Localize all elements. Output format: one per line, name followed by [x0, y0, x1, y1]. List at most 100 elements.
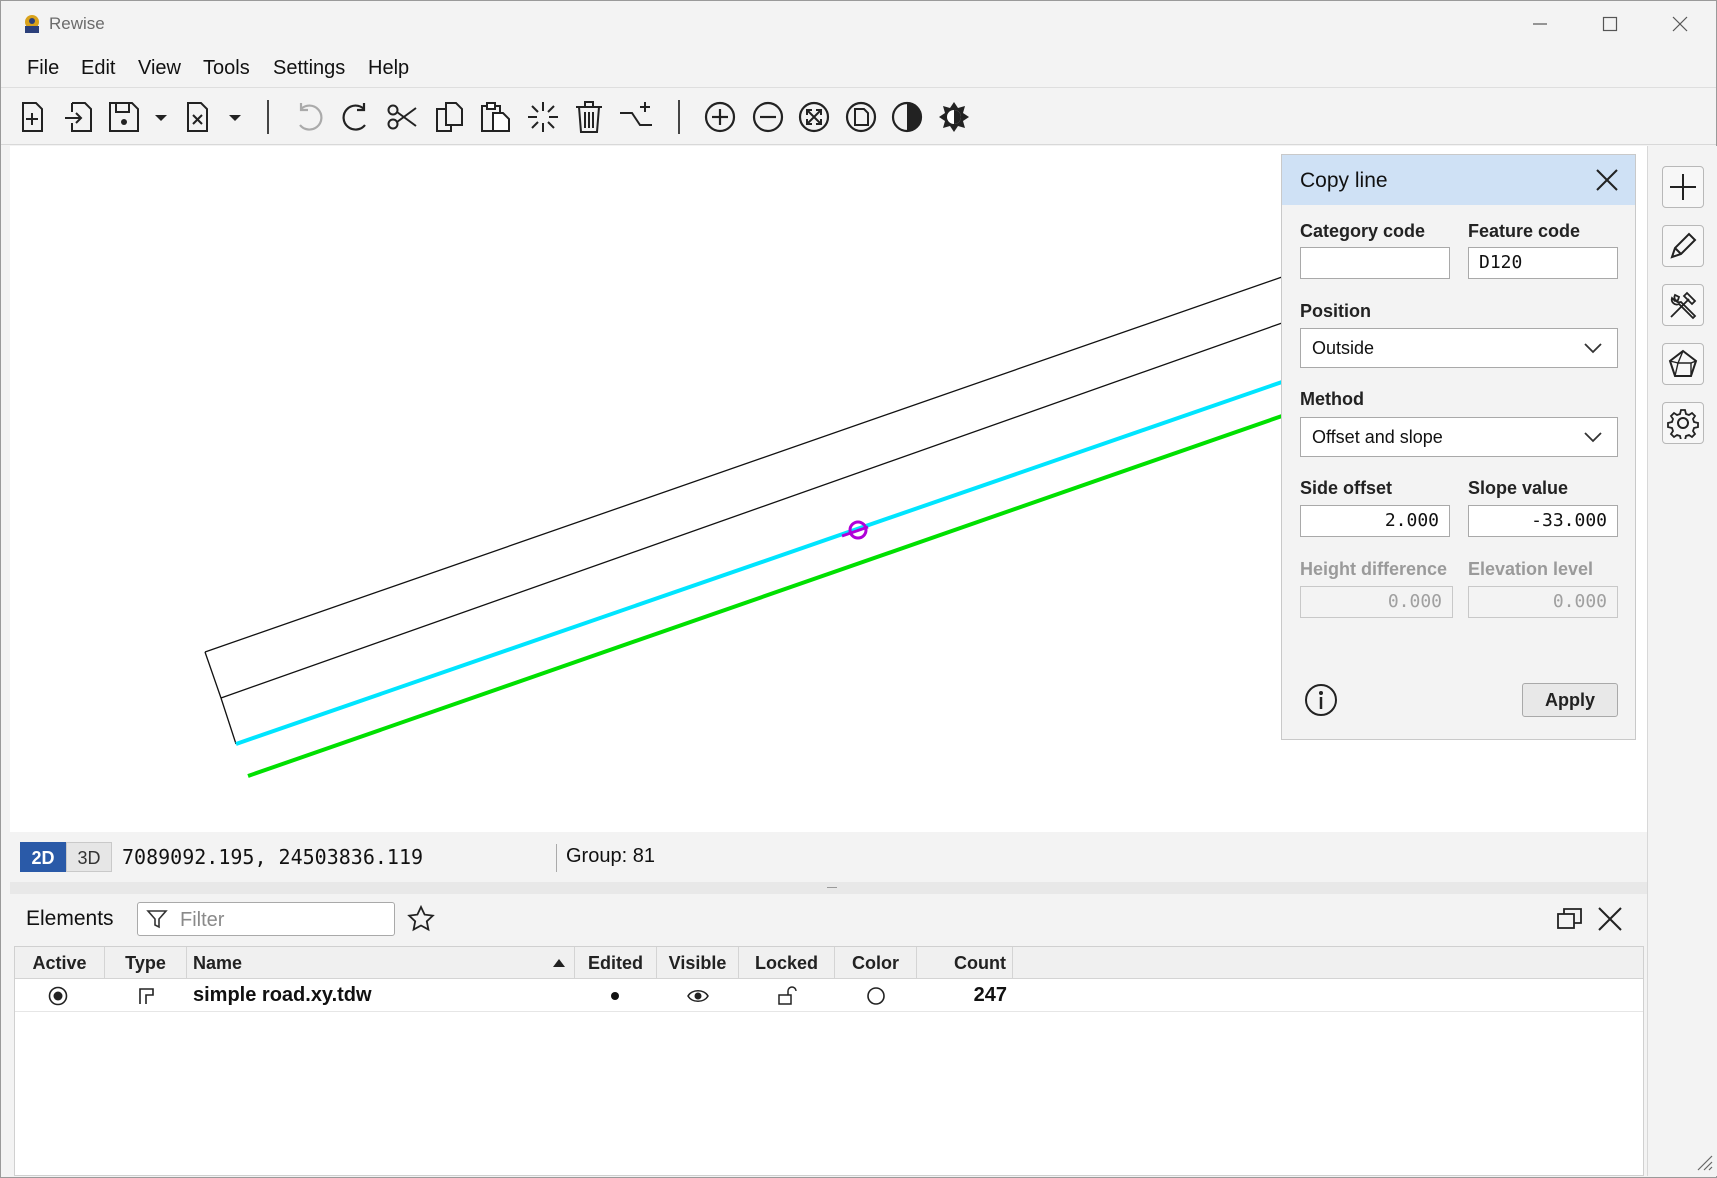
elevation-level-input: 0.000: [1468, 586, 1618, 618]
category-code-input[interactable]: [1300, 247, 1450, 279]
caret-down-icon: [229, 115, 241, 121]
close-dropdown-button[interactable]: [225, 100, 245, 134]
menu-tools[interactable]: Tools: [203, 57, 250, 80]
explode-button[interactable]: [526, 100, 560, 134]
close-window-button[interactable]: [1657, 9, 1703, 39]
copy-button[interactable]: [432, 100, 466, 134]
minimize-button[interactable]: [1517, 9, 1563, 39]
mode-3d-button[interactable]: 3D: [66, 842, 112, 872]
info-icon[interactable]: [1304, 683, 1338, 717]
column-header-color[interactable]: Color: [835, 947, 917, 979]
menu-view[interactable]: View: [138, 57, 181, 80]
line-type-icon: [139, 988, 154, 1004]
copy-line-tool-button[interactable]: [619, 100, 653, 134]
cut-button[interactable]: [385, 100, 419, 134]
zoom-page-icon: [845, 101, 877, 133]
save-dropdown-button[interactable]: [151, 100, 171, 134]
resize-grip-icon[interactable]: [1694, 1152, 1714, 1172]
sun-icon: [939, 102, 969, 132]
import-button[interactable]: [62, 100, 96, 134]
polygon-tool-button[interactable]: [1662, 343, 1704, 385]
menu-file[interactable]: File: [27, 57, 59, 80]
column-header-filler: [1013, 947, 1643, 979]
scissors-icon: [387, 104, 417, 130]
unlock-icon[interactable]: [776, 986, 798, 1006]
zoom-extents-button[interactable]: [797, 100, 831, 134]
column-header-visible[interactable]: Visible: [657, 947, 739, 979]
elements-panel-title: Elements: [26, 907, 114, 930]
zoom-out-button[interactable]: [751, 100, 785, 134]
column-header-edited[interactable]: Edited: [575, 947, 657, 979]
row-name: simple road.xy.tdw: [193, 984, 372, 1006]
toolbar: [1, 88, 1716, 145]
delete-button[interactable]: [572, 100, 606, 134]
paste-icon: [481, 102, 510, 132]
road-outline: [204, 276, 1283, 745]
group-readout: Group: 81: [566, 845, 655, 867]
edit-tool-button[interactable]: [1662, 225, 1704, 267]
menu-settings[interactable]: Settings: [273, 57, 345, 80]
maximize-button[interactable]: [1587, 9, 1633, 39]
close-panel-icon[interactable]: [1595, 904, 1625, 934]
redo-button[interactable]: [339, 100, 373, 134]
window-title: Rewise: [49, 14, 105, 33]
chevron-down-icon: [1584, 343, 1602, 354]
position-select[interactable]: Outside: [1300, 328, 1618, 368]
menu-help[interactable]: Help: [368, 57, 409, 80]
road-middle-edge: [220, 322, 1283, 699]
menu-bar: File Edit View Tools Settings Help: [1, 47, 1716, 88]
mode-2d-button[interactable]: 2D: [20, 842, 66, 872]
column-header-type[interactable]: Type: [105, 947, 187, 979]
close-file-button[interactable]: [181, 100, 215, 134]
toolbar-separator: [678, 100, 680, 134]
import-icon: [65, 102, 92, 132]
paste-button[interactable]: [478, 100, 512, 134]
trash-icon: [576, 101, 602, 133]
feature-code-input[interactable]: D120: [1468, 247, 1618, 279]
add-tool-button[interactable]: [1662, 166, 1704, 208]
save-icon: [109, 102, 139, 132]
selected-line[interactable]: [235, 380, 1283, 746]
height-difference-label: Height difference: [1300, 559, 1448, 579]
dialog-close-icon[interactable]: [1593, 166, 1621, 194]
column-header-count[interactable]: Count: [917, 947, 1013, 979]
column-header-active[interactable]: Active: [15, 947, 105, 979]
elements-filter-input[interactable]: Filter: [137, 902, 395, 936]
zoom-page-button[interactable]: [844, 100, 878, 134]
category-code-label: Category code: [1300, 221, 1426, 241]
road-end-cap-top: [204, 651, 222, 699]
slope-value-input[interactable]: -33.000: [1468, 505, 1618, 537]
settings-button[interactable]: [1662, 402, 1704, 444]
zoom-out-icon: [752, 101, 784, 133]
column-header-locked[interactable]: Locked: [739, 947, 835, 979]
color-swatch-icon[interactable]: [866, 986, 886, 1006]
tools-button[interactable]: [1662, 284, 1704, 326]
title-bar: Rewise: [1, 1, 1716, 47]
star-icon[interactable]: [406, 904, 436, 934]
splitter-grip: [827, 887, 837, 888]
eye-icon[interactable]: [687, 986, 709, 1006]
elements-panel: Elements Filter Active Type Name Edited …: [10, 894, 1647, 1176]
active-radio-icon[interactable]: [48, 986, 68, 1006]
new-file-button[interactable]: [15, 100, 49, 134]
menu-edit[interactable]: Edit: [81, 57, 115, 80]
apply-button[interactable]: Apply: [1522, 683, 1618, 717]
save-button[interactable]: [107, 100, 141, 134]
method-select[interactable]: Offset and slope: [1300, 417, 1618, 457]
undock-icon[interactable]: [1555, 904, 1585, 934]
panel-splitter[interactable]: [10, 882, 1647, 894]
brightness-button[interactable]: [937, 100, 971, 134]
new-file-icon: [22, 102, 43, 132]
zoom-in-button[interactable]: [703, 100, 737, 134]
edited-dot-icon: [611, 992, 619, 1000]
undo-button[interactable]: [292, 100, 326, 134]
column-header-name[interactable]: Name: [187, 947, 575, 979]
row-count: 247: [973, 984, 1007, 1006]
side-toolbar: [1647, 146, 1717, 1176]
status-separator: [556, 844, 557, 872]
undo-icon: [299, 103, 323, 131]
minimize-icon: [1533, 23, 1547, 25]
side-offset-input[interactable]: 2.000: [1300, 505, 1450, 537]
status-bar: 2D 3D 7089092.195, 24503836.119 Group: 8…: [10, 832, 1647, 882]
contrast-button[interactable]: [890, 100, 924, 134]
